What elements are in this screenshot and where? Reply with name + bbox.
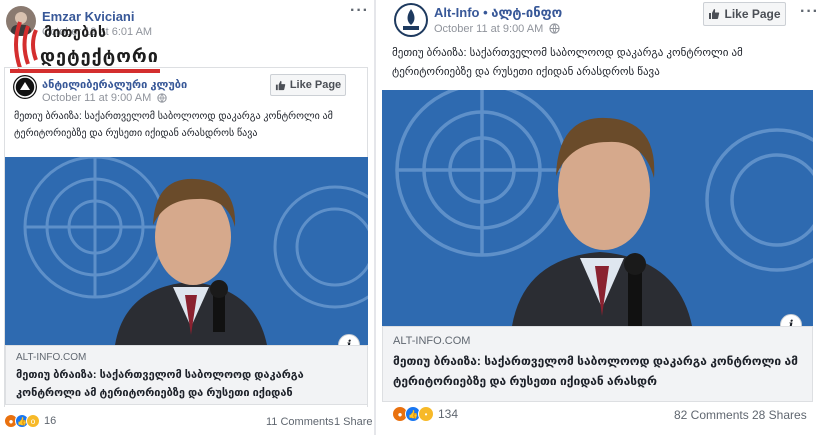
right-original-post: Alt-Info • ალტ-ინფო October 11 at 9:00 A… [380,0,824,435]
club-timestamp[interactable]: October 11 at 9:00 AM [42,92,167,104]
link-site: ALT-INFO.COM [393,335,471,347]
club-avatar[interactable] [13,75,37,99]
link-preview-caption[interactable]: ALT-INFO.COM მეთიუ ბრაიზა: საქართველომ ს… [382,326,813,402]
more-options-icon[interactable]: ··· [350,3,369,19]
club-page-name[interactable]: ანტილიბერალური კლუბი [42,78,187,91]
more-options-icon[interactable]: ··· [800,4,819,20]
reactions-count: 16 [44,415,57,427]
shares-count[interactable]: 28 Shares [752,408,807,422]
altinfo-time[interactable]: October 11 at 9:00 AM [434,23,543,35]
link-preview-caption[interactable]: ALT-INFO.COM მეთიუ ბრაიზა: საქართველომ ს… [5,345,368,405]
like-page-label: Like Page [289,79,342,91]
like-page-button[interactable]: Like Page [703,2,786,26]
page-name-suffix[interactable]: • ალტ-ინფო [483,5,562,20]
shares-count[interactable]: 1 Share [334,416,373,428]
globe-icon [549,23,560,34]
like-page-label: Like Page [724,7,781,21]
altinfo-post-text: მეთიუ ბრაიზა: საქართველომ საბოლოოდ დაკარ… [392,47,743,78]
altinfo-timestamp[interactable]: October 11 at 9:00 AM [434,23,560,35]
comments-count[interactable]: 82 Comments [674,408,749,422]
sad-reaction-icon: • [418,406,434,422]
article-photo[interactable] [382,90,813,326]
reactions-summary[interactable]: ● 👍 • 134 [392,406,458,422]
reactions-count: 134 [438,407,459,421]
shared-article-photo[interactable] [5,157,368,345]
club-post-text: მეთიუ ბრაიზა: საქართველომ საბოლოოდ დაკარ… [14,111,333,139]
left-shared-post: Emzar Kviciani October 12 at 6:01 AM ···… [0,0,373,435]
globe-icon [157,93,167,103]
altinfo-avatar[interactable] [394,3,428,37]
watermark-text-bottom: დეტექტორი [40,46,159,66]
reactions-summary[interactable]: ● 👍 o 16 [4,414,56,428]
altinfo-page-name[interactable]: Alt-Info • ალტ-ინფო [434,5,562,21]
club-time[interactable]: October 11 at 9:00 AM [42,92,151,104]
like-page-button[interactable]: Like Page [270,74,346,96]
link-title[interactable]: მეთიუ ბრაიზა: საქართველომ საბოლოოდ დაკარ… [393,351,803,391]
comments-count[interactable]: 11 Comments [266,416,334,428]
link-site: ALT-INFO.COM [16,352,87,363]
link-title[interactable]: მეთიუ ბრაიზა: საქართველომ საბოლოოდ დაკარ… [16,366,356,402]
watermark-text-top: მითების [44,24,107,40]
like-thumb-icon [275,80,286,90]
wow-reaction-icon: o [26,414,40,428]
page-name-primary[interactable]: Alt-Info [434,5,479,20]
panel-divider [374,0,376,435]
myth-detector-watermark: მითების დეტექტორი [10,16,160,74]
like-thumb-icon [709,9,720,19]
